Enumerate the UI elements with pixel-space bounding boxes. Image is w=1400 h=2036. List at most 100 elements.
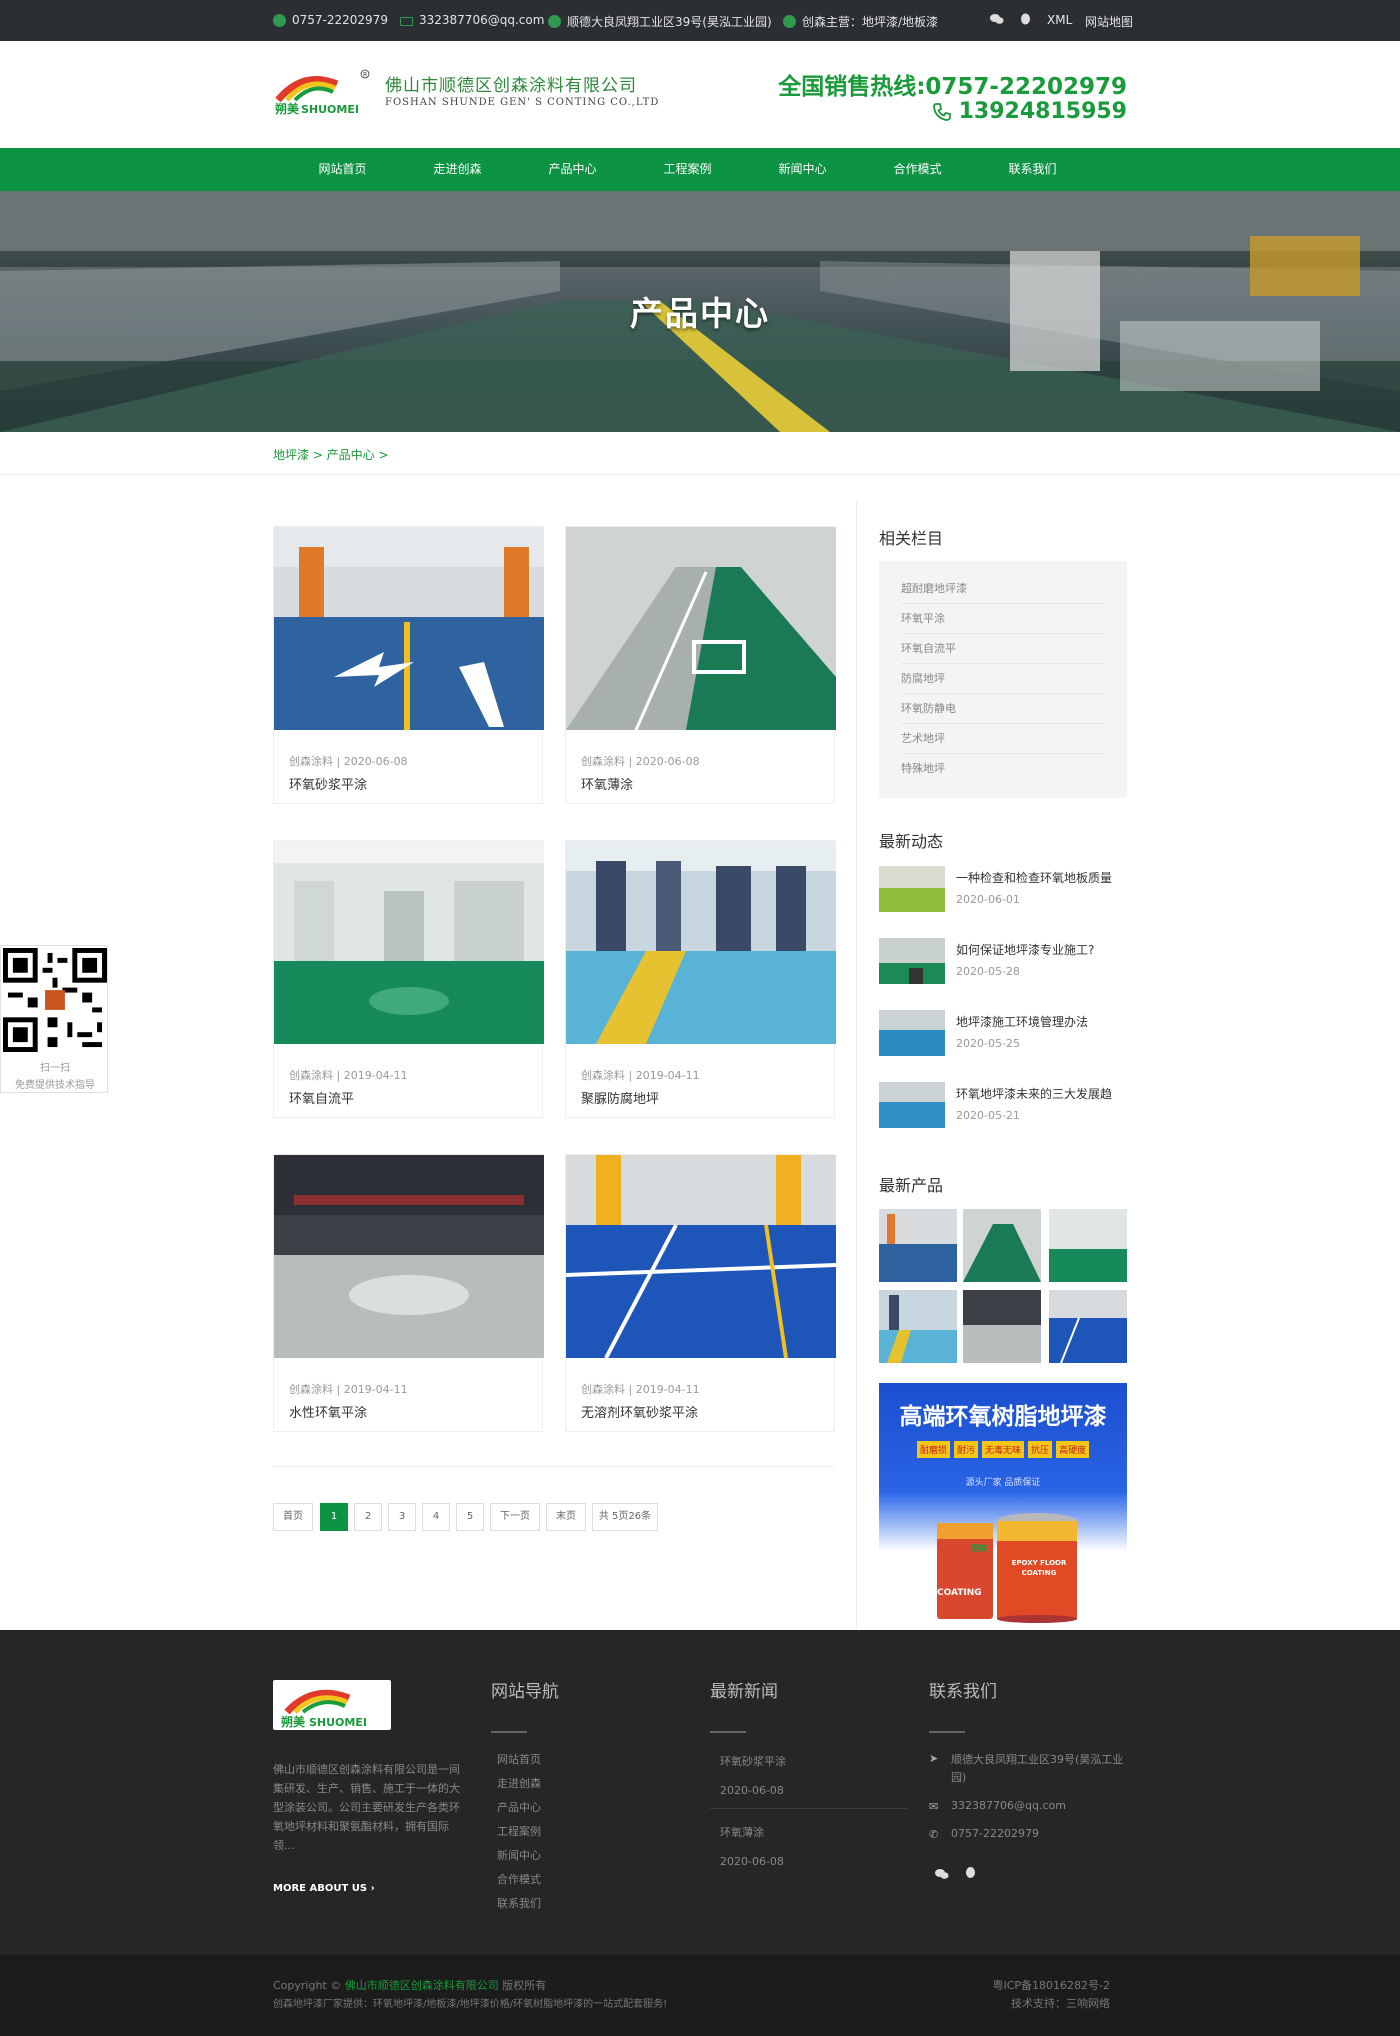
wechat-icon[interactable] bbox=[990, 13, 1004, 25]
footer-nav-item[interactable]: 产品中心 bbox=[497, 1799, 541, 1815]
product-name[interactable]: 水性环氧平涂 bbox=[289, 1402, 367, 1421]
company-english-name: FOSHAN SHUNDE GEN' S CONTING CO.,LTD bbox=[385, 97, 660, 108]
product-card[interactable]: 创森涂料 | 2019-04-11 环氧自流平 bbox=[273, 840, 544, 1118]
news-item[interactable]: 地坪漆施工环境管理办法 2020-05-25 bbox=[879, 1010, 1127, 1072]
news-item[interactable]: 一种检查和检查环氧地板质量 2020-06-01 bbox=[879, 866, 1127, 928]
xml-link[interactable]: XML bbox=[1047, 13, 1072, 27]
nav-cases[interactable]: 工程案例 bbox=[630, 148, 745, 191]
category-item[interactable]: 特殊地坪 bbox=[901, 754, 1105, 784]
category-item[interactable]: 环氧自流平 bbox=[901, 634, 1105, 664]
product-thumbnail[interactable] bbox=[879, 1290, 957, 1363]
product-image[interactable] bbox=[274, 1155, 544, 1358]
nav-contact[interactable]: 联系我们 bbox=[975, 148, 1090, 191]
news-thumbnail[interactable] bbox=[879, 866, 945, 912]
news-title-link[interactable]: 如何保证地坪漆专业施工? bbox=[956, 941, 1094, 958]
category-item[interactable]: 超耐磨地坪漆 bbox=[901, 574, 1105, 604]
product-thumbnail[interactable] bbox=[879, 1209, 957, 1282]
page-4[interactable]: 4 bbox=[422, 1503, 450, 1531]
footer-email[interactable]: 332387706@qq.com bbox=[951, 1799, 1066, 1812]
mail-icon: ✉ bbox=[929, 1800, 939, 1813]
page-banner: 产品中心 bbox=[0, 191, 1400, 432]
site-footer: 朔美 SHUOMEI 佛山市顺德区创森涂料有限公司是一间集研发、生产、销售、施工… bbox=[0, 1630, 1400, 1955]
copyright-company-link[interactable]: 佛山市顺德区创森涂料有限公司 bbox=[345, 1979, 499, 1992]
nav-cooperation[interactable]: 合作模式 bbox=[860, 148, 975, 191]
news-thumbnail[interactable] bbox=[879, 1010, 945, 1056]
nav-products[interactable]: 产品中心 bbox=[515, 148, 630, 191]
product-thumbnail[interactable] bbox=[963, 1209, 1041, 1282]
product-card[interactable]: 创森涂料 | 2019-04-11 无溶剂环氧砂浆平涂 bbox=[565, 1154, 836, 1432]
page-2[interactable]: 2 bbox=[354, 1503, 382, 1531]
topbar-business: 创森主营：地坪漆/地板漆 bbox=[783, 13, 938, 30]
sales-hotline: 全国销售热线:0757-22202979 bbox=[778, 74, 1127, 100]
product-image[interactable] bbox=[566, 841, 836, 1044]
promo-slogan: 源头厂家 品质保证 bbox=[965, 1478, 1041, 1488]
page-first[interactable]: 首页 bbox=[273, 1503, 313, 1531]
breadcrumb-path[interactable]: 地坪漆 > 产品中心 > bbox=[273, 446, 389, 463]
news-title-link[interactable]: 环氧地坪漆未来的三大发展趋 bbox=[956, 1085, 1112, 1102]
news-thumbnail[interactable] bbox=[879, 1082, 945, 1128]
sitemap-link[interactable]: 网站地图 bbox=[1085, 13, 1133, 30]
nav-home[interactable]: 网站首页 bbox=[285, 148, 400, 191]
news-item[interactable]: 如何保证地坪漆专业施工? 2020-05-28 bbox=[879, 938, 1127, 1000]
product-name[interactable]: 环氧砂浆平涂 bbox=[289, 774, 367, 793]
news-title-link[interactable]: 地坪漆施工环境管理办法 bbox=[956, 1013, 1088, 1030]
footer-nav-item[interactable]: 走进创森 bbox=[497, 1775, 541, 1791]
product-name[interactable]: 无溶剂环氧砂浆平涂 bbox=[581, 1402, 698, 1421]
page-last[interactable]: 末页 bbox=[546, 1503, 586, 1531]
product-image[interactable] bbox=[566, 527, 836, 730]
icp-number[interactable]: 粤ICP备18016282号-2 bbox=[992, 1977, 1110, 1993]
product-image[interactable] bbox=[566, 1155, 836, 1358]
nav-about[interactable]: 走进创森 bbox=[400, 148, 515, 191]
product-name[interactable]: 环氧薄涂 bbox=[581, 774, 633, 793]
topbar-email[interactable]: 332387706@qq.com bbox=[400, 13, 544, 27]
news-title-link[interactable]: 一种检查和检查环氧地板质量 bbox=[956, 869, 1112, 886]
company-name: 佛山市顺德区创森涂料有限公司 bbox=[385, 76, 637, 96]
footer-about: 佛山市顺德区创森涂料有限公司是一间集研发、生产、销售、施工于一体的大型涂装公司。… bbox=[273, 1763, 460, 1852]
site-header: 朔美 SHUOMEI R 佛山市顺德区创森涂料有限公司 FOSHAN SHUND… bbox=[0, 41, 1400, 148]
footer-nav-item[interactable]: 合作模式 bbox=[497, 1871, 541, 1887]
footer-nav-item[interactable]: 工程案例 bbox=[497, 1823, 541, 1839]
qq-icon[interactable] bbox=[1020, 13, 1031, 26]
more-about-link[interactable]: MORE ABOUT US › bbox=[273, 1883, 375, 1894]
product-name[interactable]: 聚脲防腐地坪 bbox=[581, 1088, 659, 1107]
category-item[interactable]: 环氧防静电 bbox=[901, 694, 1105, 724]
footer-nav-item[interactable]: 网站首页 bbox=[497, 1751, 541, 1767]
wechat-icon[interactable] bbox=[935, 1865, 949, 1884]
product-name[interactable]: 环氧自流平 bbox=[289, 1088, 354, 1107]
nav-news[interactable]: 新闻中心 bbox=[745, 148, 860, 191]
page-1[interactable]: 1 bbox=[320, 1503, 348, 1531]
product-card[interactable]: 创森涂料 | 2019-04-11 聚脲防腐地坪 bbox=[565, 840, 836, 1118]
news-item[interactable]: 环氧地坪漆未来的三大发展趋 2020-05-21 bbox=[879, 1082, 1127, 1144]
product-thumbnail[interactable] bbox=[1049, 1209, 1127, 1282]
footer-news-link[interactable]: 环氧薄涂 bbox=[720, 1824, 764, 1840]
category-item[interactable]: 艺术地坪 bbox=[901, 724, 1105, 754]
product-card[interactable]: 创森涂料 | 2020-06-08 环氧砂浆平涂 bbox=[273, 526, 544, 804]
logo[interactable]: 朔美 SHUOMEI R bbox=[273, 66, 373, 116]
product-image[interactable] bbox=[274, 527, 544, 730]
sidebar-divider bbox=[856, 500, 857, 1630]
footer-nav-item[interactable]: 联系我们 bbox=[497, 1895, 541, 1911]
page-3[interactable]: 3 bbox=[388, 1503, 416, 1531]
product-card[interactable]: 创森涂料 | 2020-06-08 环氧薄涂 bbox=[565, 526, 836, 804]
footer-news-link[interactable]: 环氧砂浆平涂 bbox=[720, 1753, 786, 1769]
qr-widget[interactable]: 扫一扫 免费提供技术指导 bbox=[0, 945, 108, 1093]
product-thumbnail[interactable] bbox=[1049, 1290, 1127, 1363]
promo-banner[interactable]: 高端环氧树脂地坪漆 耐磨损 耐污 无毒无味 抗压 高硬度 源头厂家 品质保证 朔… bbox=[879, 1383, 1127, 1623]
product-thumbnail[interactable] bbox=[963, 1290, 1041, 1363]
footer-logo[interactable]: 朔美 SHUOMEI bbox=[273, 1680, 391, 1730]
globe-icon bbox=[783, 15, 796, 28]
product-image[interactable] bbox=[274, 841, 544, 1044]
tech-support[interactable]: 技术支持：三响网络 bbox=[1011, 1995, 1110, 2011]
footer-phone[interactable]: 0757-22202979 bbox=[951, 1827, 1039, 1840]
footer-contact-title: 联系我们 bbox=[929, 1682, 997, 1702]
product-card[interactable]: 创森涂料 | 2019-04-11 水性环氧平涂 bbox=[273, 1154, 544, 1432]
news-thumbnail[interactable] bbox=[879, 938, 945, 984]
topbar-phone[interactable]: 0757-22202979 bbox=[273, 13, 388, 27]
category-item[interactable]: 防腐地坪 bbox=[901, 664, 1105, 694]
page-5[interactable]: 5 bbox=[456, 1503, 484, 1531]
qr-code bbox=[3, 948, 107, 1052]
footer-nav-item[interactable]: 新闻中心 bbox=[497, 1847, 541, 1863]
page-next[interactable]: 下一页 bbox=[490, 1503, 540, 1531]
qq-icon[interactable] bbox=[965, 1864, 976, 1883]
category-item[interactable]: 环氧平涂 bbox=[901, 604, 1105, 634]
